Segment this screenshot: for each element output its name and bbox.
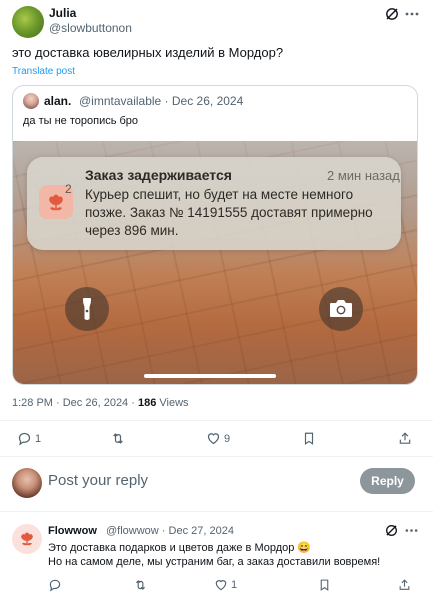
quoted-tweet-text: да ты не торопись бро xyxy=(23,115,139,127)
author-name[interactable]: Julia xyxy=(49,6,76,20)
home-indicator xyxy=(144,374,276,378)
camera-button xyxy=(319,287,363,331)
quoted-author-name: alan. xyxy=(44,94,72,108)
quoted-tweet-card[interactable]: alan. @imntavailable · Dec 26, 2024 да т… xyxy=(12,85,418,385)
reply-tweet-reply-action[interactable] xyxy=(48,578,65,592)
share-icon xyxy=(399,579,410,590)
author-handle[interactable]: @slowbuttonon xyxy=(49,21,132,35)
like-action[interactable]: 9 xyxy=(206,431,230,446)
reply-input[interactable]: Post your reply xyxy=(48,472,148,489)
reply-action[interactable]: 1 xyxy=(17,431,41,446)
reply-tweet-share-action[interactable] xyxy=(398,578,411,592)
reply-tweet-repost-action[interactable] xyxy=(133,578,151,592)
translate-post-link[interactable]: Translate post xyxy=(12,66,75,77)
notification-title: Заказ задерживается xyxy=(85,167,232,183)
camera-icon xyxy=(330,300,352,317)
repost-action[interactable] xyxy=(110,431,129,446)
more-options-icon[interactable] xyxy=(404,7,420,21)
reply-count: 1 xyxy=(35,432,42,445)
reply-author-handle[interactable]: @flowwow · Dec 27, 2024 xyxy=(106,525,234,537)
reply-text-line: Это доставка подарков и цветов даже в Мо… xyxy=(48,542,312,554)
like-count: 9 xyxy=(224,432,231,445)
divider xyxy=(0,511,433,512)
reply-button[interactable]: Reply xyxy=(360,468,415,494)
notification-count-badge: 2 xyxy=(65,182,72,196)
reply-tweet-like-action[interactable]: 1 xyxy=(214,578,237,592)
heart-icon xyxy=(207,433,220,445)
grok-icon[interactable] xyxy=(385,7,399,21)
reply-tweet-bookmark-action[interactable] xyxy=(318,578,331,592)
flashlight-button xyxy=(65,287,109,331)
reply-icon xyxy=(49,579,61,592)
quoted-author-handle: @imntavailable · Dec 26, 2024 xyxy=(79,94,244,108)
push-notification: 2 Заказ задерживается 2 мин назад Курьер… xyxy=(27,157,401,250)
tweet-text: это доставка ювелирных изделий в Мордор? xyxy=(12,45,284,60)
divider xyxy=(0,420,433,421)
tweet-timestamp[interactable]: 1:28 PM · Dec 26, 2024 · xyxy=(12,397,138,409)
notification-time: 2 мин назад xyxy=(327,168,400,183)
tweet-meta: 1:28 PM · Dec 26, 2024 · 186 Views xyxy=(12,397,189,409)
quoted-tweet-image[interactable]: 2 Заказ задерживается 2 мин назад Курьер… xyxy=(13,141,417,384)
view-count: 186 xyxy=(137,397,157,409)
divider xyxy=(0,456,433,457)
like-count: 1 xyxy=(231,579,238,591)
views-label: Views xyxy=(156,397,189,409)
notification-body: Курьер спешит, но будет на месте немного… xyxy=(85,187,373,238)
quoted-author-avatar xyxy=(23,93,39,109)
reply-author-name[interactable]: Flowwow xyxy=(48,525,97,537)
share-action[interactable] xyxy=(398,431,412,446)
bookmark-icon xyxy=(304,432,314,445)
reply-text-line: Но на самом деле, мы устраним баг, а зак… xyxy=(48,556,381,568)
grok-icon[interactable] xyxy=(385,524,398,537)
more-options-icon[interactable] xyxy=(404,524,419,537)
heart-icon xyxy=(215,580,227,591)
repost-icon xyxy=(113,433,123,444)
reply-author-avatar[interactable] xyxy=(12,524,42,554)
repost-icon xyxy=(136,580,145,590)
bookmark-icon xyxy=(320,579,329,591)
reply-icon xyxy=(18,432,31,446)
share-icon xyxy=(399,432,411,444)
author-avatar[interactable] xyxy=(12,6,44,38)
bookmark-action[interactable] xyxy=(302,431,316,446)
current-user-avatar xyxy=(12,468,42,498)
flower-icon xyxy=(21,532,33,546)
flashlight-icon xyxy=(83,298,91,320)
